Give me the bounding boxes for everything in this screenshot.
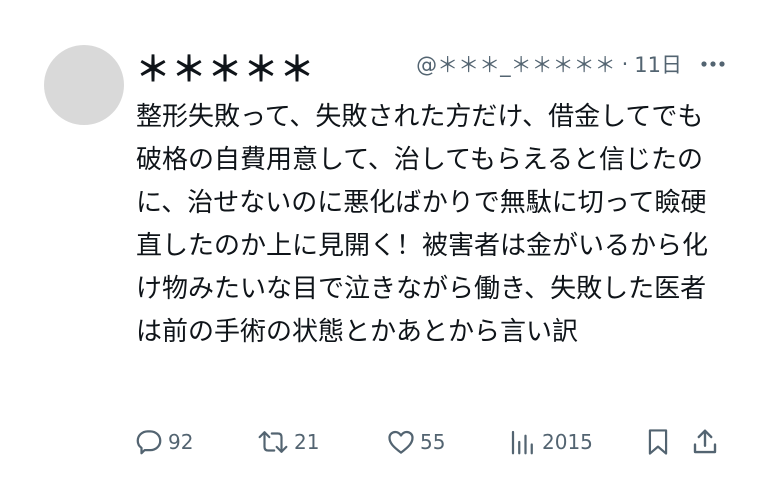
reply-bubble-icon (134, 427, 164, 457)
post-time[interactable]: 11日 (634, 49, 682, 79)
bookmark-icon (644, 427, 672, 457)
views-count: 2015 (542, 430, 593, 454)
more-horizontal-icon[interactable] (700, 60, 726, 68)
repost-icon (256, 427, 290, 457)
bookmark-button[interactable] (644, 424, 672, 460)
heart-icon (386, 427, 416, 457)
repost-button[interactable]: 21 (256, 424, 319, 460)
post[interactable]: ＊＊＊＊＊ @＊＊＊_＊＊＊＊＊ · 11日 整形失敗って、失敗された方だけ、借… (0, 0, 768, 494)
avatar[interactable] (44, 45, 124, 125)
repost-count: 21 (294, 430, 320, 454)
views-bar-chart-icon (508, 427, 538, 457)
display-name[interactable]: ＊＊＊＊＊ (136, 42, 316, 91)
share-button[interactable] (690, 424, 720, 460)
reply-button[interactable]: 92 (134, 424, 193, 460)
post-text: 整形失敗って、失敗された方だけ、借金してでも破格の自費用意して、治してもらえると… (136, 102, 709, 347)
reply-count: 92 (168, 430, 194, 454)
post-meta: @＊＊＊_＊＊＊＊＊ · 11日 (416, 50, 726, 78)
like-count: 55 (420, 430, 446, 454)
like-button[interactable]: 55 (386, 424, 445, 460)
views-button[interactable]: 2015 (508, 424, 593, 460)
user-handle[interactable]: @＊＊＊_＊＊＊＊＊ (416, 49, 616, 79)
meta-separator: · (621, 52, 629, 76)
share-icon (690, 427, 720, 457)
action-bar: 92 21 55 2015 (132, 424, 732, 460)
post-header: ＊＊＊＊＊ @＊＊＊_＊＊＊＊＊ · 11日 (136, 40, 726, 91)
